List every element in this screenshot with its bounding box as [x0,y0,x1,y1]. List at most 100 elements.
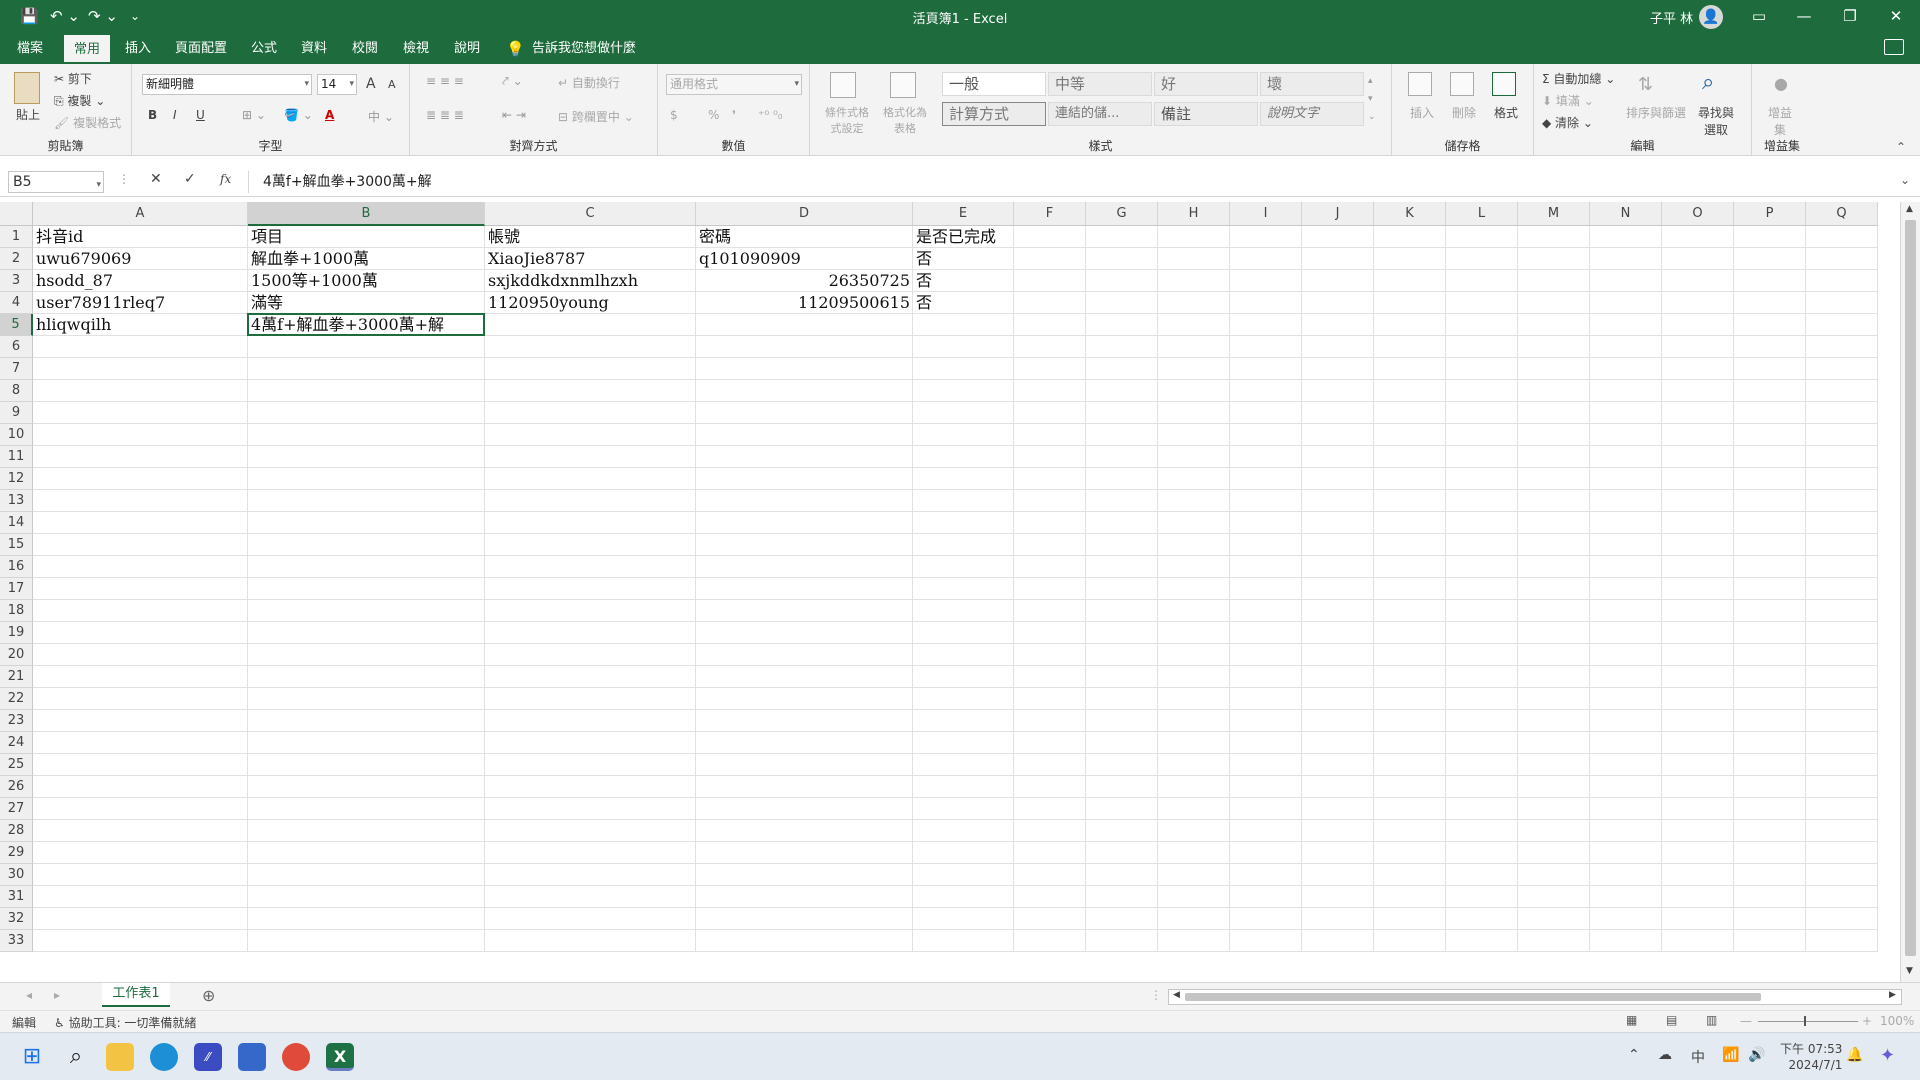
tab-home[interactable]: 常用 [64,35,111,64]
app-icon[interactable]: ⁄⁄ [194,1043,222,1071]
cell-C1[interactable]: 帳號 [485,226,520,248]
column-header-P[interactable]: P [1734,202,1806,226]
number-format-select[interactable]: 通用格式 ▾ [666,74,802,95]
cell-B4[interactable]: 滿等 [248,292,283,314]
collapse-ribbon-icon[interactable]: ⌃ [1896,140,1906,154]
currency-button[interactable]: $ [670,108,678,122]
zoom-in-button[interactable]: + [1862,1014,1872,1028]
font-name-select[interactable]: 新細明體 ▾ [142,74,312,95]
row-header-33[interactable]: 33 [0,930,33,952]
column-header-O[interactable]: O [1662,202,1734,226]
row-header-26[interactable]: 26 [0,776,33,798]
insert-cells-button[interactable]: 插入 [1410,104,1434,121]
column-header-N[interactable]: N [1590,202,1662,226]
row-header-29[interactable]: 29 [0,842,33,864]
insert-function-button[interactable]: fx [220,172,231,186]
row-header-19[interactable]: 19 [0,622,33,644]
percent-button[interactable]: % [708,108,719,122]
tab-file[interactable]: 檔案 [17,39,43,59]
addins-button[interactable]: 增益集 [1766,104,1794,138]
delete-cells-button[interactable]: 刪除 [1452,104,1476,121]
search-icon[interactable]: ⌕ [62,1043,90,1071]
wifi-icon[interactable]: 📶 [1722,1047,1739,1063]
row-header-28[interactable]: 28 [0,820,33,842]
cell-D1[interactable]: 密碼 [696,226,731,248]
wrap-text-button[interactable]: ↵ 自動換行 [558,74,620,91]
align-top-icon[interactable]: ≡ ≡ ≡ [426,74,464,88]
cell-E1[interactable]: 是否已完成 [913,226,996,248]
decimal-icon[interactable]: ⁺⁰ ⁰₀ [758,108,783,122]
tell-me-search[interactable]: 告訴我您想做什麼 [532,39,636,59]
onedrive-icon[interactable]: ☁ [1658,1047,1672,1063]
cell-B2[interactable]: 解血拳+1000萬 [248,248,369,270]
cell-A3[interactable]: hsodd_87 [33,270,113,292]
horizontal-scrollbar[interactable]: ◀ ▶ [1168,989,1902,1005]
sheet-tab-1[interactable]: 工作表1 [102,983,170,1007]
styles-scroll-icon[interactable]: ▴ ▾ ⌄ [1368,72,1376,126]
sort-filter-button[interactable]: 排序與篩選 [1626,104,1686,121]
paste-button[interactable]: 貼上 [16,106,40,123]
next-sheet-icon[interactable]: ▸ [54,988,60,1002]
cut-button[interactable]: ✂ 剪下 [54,70,92,87]
style-linked-cell[interactable]: 連結的儲... [1048,102,1152,126]
cell-A4[interactable]: user78911rleq7 [33,292,165,314]
column-header-J[interactable]: J [1302,202,1374,226]
cell-D4[interactable]: 11209500615 [696,292,913,314]
formula-input[interactable]: 4萬f+解血拳+3000萬+解 [248,171,1912,193]
row-header-12[interactable]: 12 [0,468,33,490]
copilot-icon[interactable]: ✦ [1880,1045,1895,1066]
row-header-30[interactable]: 30 [0,864,33,886]
indent-icon[interactable]: ⇤ ⇥ [502,108,526,122]
zoom-slider[interactable] [1758,1021,1858,1022]
edge-icon[interactable] [150,1043,178,1071]
row-header-17[interactable]: 17 [0,578,33,600]
copy-button[interactable]: ⎘ 複製 ⌄ [54,92,105,109]
italic-button[interactable]: I [173,108,177,122]
row-header-11[interactable]: 11 [0,446,33,468]
expand-formula-bar-icon[interactable]: ⌄ [1900,173,1910,187]
tab-formulas[interactable]: 公式 [251,39,277,59]
font-color-icon[interactable]: A [325,108,334,122]
scroll-right-icon[interactable]: ▶ [1889,990,1896,1000]
cell-A2[interactable]: uwu679069 [33,248,131,270]
tab-view[interactable]: 檢視 [403,39,429,59]
row-header-4[interactable]: 4 [0,292,33,314]
style-good[interactable]: 好 [1154,72,1258,96]
grow-font-button[interactable]: A [366,76,376,92]
row-header-24[interactable]: 24 [0,732,33,754]
accessibility-checker[interactable]: ♿ 協助工具: 一切準備就緒 [54,1014,196,1031]
format-as-table-icon[interactable] [890,72,916,98]
comma-button[interactable]: ❜ [732,108,736,122]
column-header-M[interactable]: M [1518,202,1590,226]
row-header-27[interactable]: 27 [0,798,33,820]
format-as-table-button[interactable]: 格式化為表格 [880,104,930,136]
delete-cells-icon[interactable] [1450,72,1474,96]
file-explorer-icon[interactable] [106,1043,134,1071]
format-cells-icon[interactable] [1492,72,1516,96]
zoom-out-button[interactable]: — [1740,1014,1752,1028]
scroll-up-icon[interactable]: ▲ [1906,204,1913,214]
column-header-D[interactable]: D [696,202,913,226]
tab-insert[interactable]: 插入 [125,39,151,59]
row-header-18[interactable]: 18 [0,600,33,622]
fill-color-icon[interactable]: 🪣 ⌄ [284,108,313,122]
worksheet-grid[interactable]: ABCDEFGHIJKLMNOPQ 1 2 3 4 5 6 7 8 9 10 11 12 13 14 15 1… [0,202,1900,982]
addins-icon[interactable]: ● [1774,74,1788,93]
format-painter-button[interactable]: 🖌 複製格式 [54,114,121,131]
cell-B1[interactable]: 項目 [248,226,283,248]
column-header-H[interactable]: H [1158,202,1230,226]
fill-button[interactable]: ⬇ 填滿 ⌄ [1542,92,1594,109]
tab-page-layout[interactable]: 頁面配置 [175,39,227,59]
cell-E4[interactable]: 否 [913,292,932,314]
volume-icon[interactable]: 🔊 [1748,1047,1765,1063]
tab-help[interactable]: 說明 [454,39,480,59]
row-header-8[interactable]: 8 [0,380,33,402]
tab-review[interactable]: 校閱 [352,39,378,59]
search-icon[interactable]: ⌕ [1702,70,1714,95]
show-hidden-icons[interactable]: ⌃ [1628,1047,1640,1063]
vertical-scrollbar[interactable]: ▲ ▼ [1900,202,1920,982]
column-header-A[interactable]: A [33,202,248,226]
scroll-down-icon[interactable]: ▼ [1906,966,1913,976]
column-header-F[interactable]: F [1014,202,1086,226]
ribbon-display-options-icon[interactable]: ▭ [1736,0,1782,32]
